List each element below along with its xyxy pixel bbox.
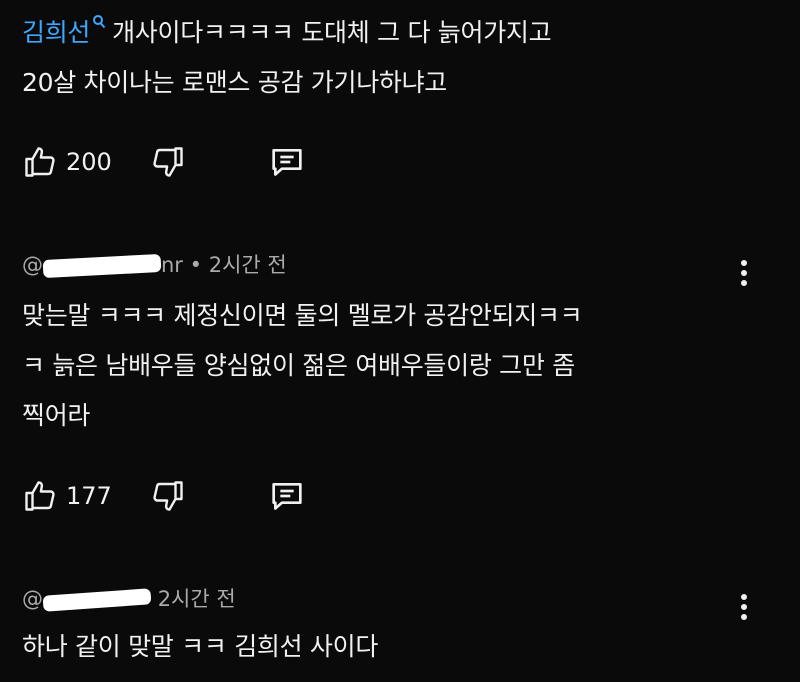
like-button[interactable]: 200 (22, 142, 112, 182)
comment-3: 하나 같이 맞말 ㅋㅋ 김희선 사이다 (0, 622, 800, 672)
search-icon (93, 15, 106, 29)
redaction-mark (42, 253, 162, 279)
more-vertical-icon (741, 260, 747, 266)
comment-text: 김희선 개사이다ㅋㅋㅋㅋ 도대체 그 다 늙어가지고 20살 차이나는 로맨스 공… (0, 8, 722, 108)
thumbs-down-icon (153, 147, 183, 177)
like-button[interactable]: 177 (22, 476, 112, 516)
comment-text: 하나 같이 맞말 ㅋㅋ 김희선 사이다 (0, 622, 722, 672)
comment-time: • 2시간 전 (189, 253, 287, 277)
comment-line: 맞는말 ㅋㅋㅋ 제정신이면 둘의 멜로가 공감안되지ㅋㅋ (22, 301, 583, 330)
reply-comment-icon (272, 149, 302, 176)
comment-line: 하나 같이 맞말 ㅋㅋ 김희선 사이다 (22, 632, 379, 661)
reply-button[interactable] (267, 142, 307, 182)
comment-line: 찍어라 (22, 401, 91, 430)
comment-2: 맞는말 ㅋㅋㅋ 제정신이면 둘의 멜로가 공감안되지ㅋㅋ ㅋ 늙은 남배우들 양… (0, 291, 800, 441)
comment-header: @ nr • 2시간 전 (22, 250, 287, 280)
comment-line: ㅋ 늙은 남배우들 양심없이 젊은 여배우들이랑 그만 좀 (22, 351, 575, 380)
reply-comment-icon (272, 483, 302, 510)
author-name[interactable]: @ nr (22, 253, 183, 279)
like-count: 200 (66, 148, 112, 176)
more-vertical-icon (741, 594, 747, 600)
author-name[interactable]: @ (22, 587, 152, 612)
thumbs-down-icon (153, 481, 183, 511)
thumbs-up-icon (25, 147, 55, 177)
comment-line: 개사이다ㅋㅋㅋㅋ 도대체 그 다 늙어가지고 (112, 18, 552, 47)
comment-line: 20살 차이나는 로맨스 공감 가기나하냐고 (22, 68, 448, 97)
comment-actions: 177 (22, 476, 422, 516)
mention-link[interactable]: 김희선 (22, 18, 90, 47)
comment-actions: 200 (22, 142, 422, 182)
more-button[interactable] (736, 592, 752, 622)
comment-time: 2시간 전 (157, 587, 236, 611)
like-count: 177 (66, 482, 112, 510)
dislike-button[interactable] (150, 142, 186, 182)
thumbs-up-icon (25, 481, 55, 511)
redaction-mark (42, 588, 152, 612)
reply-button[interactable] (267, 476, 307, 516)
more-button[interactable] (736, 258, 752, 288)
comment-1: 김희선 개사이다ㅋㅋㅋㅋ 도대체 그 다 늙어가지고 20살 차이나는 로맨스 공… (0, 8, 800, 108)
dislike-button[interactable] (150, 476, 186, 516)
comment-text: 맞는말 ㅋㅋㅋ 제정신이면 둘의 멜로가 공감안되지ㅋㅋ ㅋ 늙은 남배우들 양… (0, 291, 722, 441)
comment-header: @ 2시간 전 (22, 584, 236, 614)
